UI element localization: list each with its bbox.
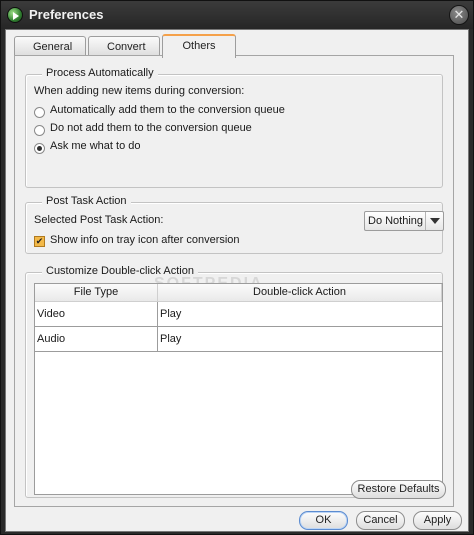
app-icon xyxy=(7,7,23,23)
radio-auto-add-label[interactable]: Automatically add them to the conversion… xyxy=(50,104,285,116)
process-automatically-group: Process Automatically When adding new it… xyxy=(25,67,443,188)
apply-button[interactable]: Apply xyxy=(413,511,462,530)
table-row[interactable]: Audio Play xyxy=(35,327,442,352)
close-icon: ✕ xyxy=(453,7,465,22)
radio-auto-add[interactable] xyxy=(34,107,45,118)
restore-defaults-button[interactable]: Restore Defaults xyxy=(351,480,446,499)
action-cell[interactable]: Play xyxy=(158,302,442,326)
double-click-table: File Type Double-click Action Video Play… xyxy=(34,283,443,495)
tab-strip: General Convert Others xyxy=(14,34,238,58)
group-title: Post Task Action xyxy=(42,195,131,207)
post-task-label: Selected Post Task Action: xyxy=(34,214,164,226)
dialog-body: General Convert Others Process Automatic… xyxy=(5,29,469,532)
column-header-file-type[interactable]: File Type xyxy=(35,284,158,302)
file-type-cell: Video xyxy=(35,302,158,326)
radio-ask-me[interactable] xyxy=(34,143,45,154)
dropdown-value: Do Nothing xyxy=(368,215,424,227)
chevron-down-icon[interactable] xyxy=(425,212,443,230)
title-bar[interactable]: Preferences ✕ xyxy=(1,1,473,29)
process-prompt: When adding new items during conversion: xyxy=(34,85,245,97)
tab-others[interactable]: Others xyxy=(162,34,236,58)
ok-button[interactable]: OK xyxy=(299,511,348,530)
post-task-dropdown[interactable]: Do Nothing xyxy=(364,211,444,231)
others-tab-panel: Process Automatically When adding new it… xyxy=(14,55,454,507)
window-title: Preferences xyxy=(29,7,104,22)
action-cell[interactable]: Play xyxy=(158,327,442,351)
tray-info-checkbox[interactable]: ✔ xyxy=(34,236,45,247)
group-title: Process Automatically xyxy=(42,67,158,79)
double-click-action-group: Customize Double-click Action SOFTPEDIA … xyxy=(25,265,443,498)
cancel-button[interactable]: Cancel xyxy=(356,511,405,530)
tab-convert[interactable]: Convert xyxy=(88,36,160,57)
file-type-cell: Audio xyxy=(35,327,158,351)
radio-do-not-add[interactable] xyxy=(34,125,45,136)
column-header-double-click-action[interactable]: Double-click Action xyxy=(158,284,442,302)
tab-general[interactable]: General xyxy=(14,36,86,57)
tray-info-checkbox-label[interactable]: Show info on tray icon after conversion xyxy=(50,234,240,246)
close-button[interactable]: ✕ xyxy=(449,5,469,25)
radio-do-not-add-label[interactable]: Do not add them to the conversion queue xyxy=(50,122,252,134)
preferences-window: Preferences ✕ General Convert Others Pro… xyxy=(0,0,474,535)
radio-ask-me-label[interactable]: Ask me what to do xyxy=(50,140,141,152)
table-row[interactable]: Video Play xyxy=(35,302,442,327)
post-task-action-group: Post Task Action Selected Post Task Acti… xyxy=(25,195,444,254)
